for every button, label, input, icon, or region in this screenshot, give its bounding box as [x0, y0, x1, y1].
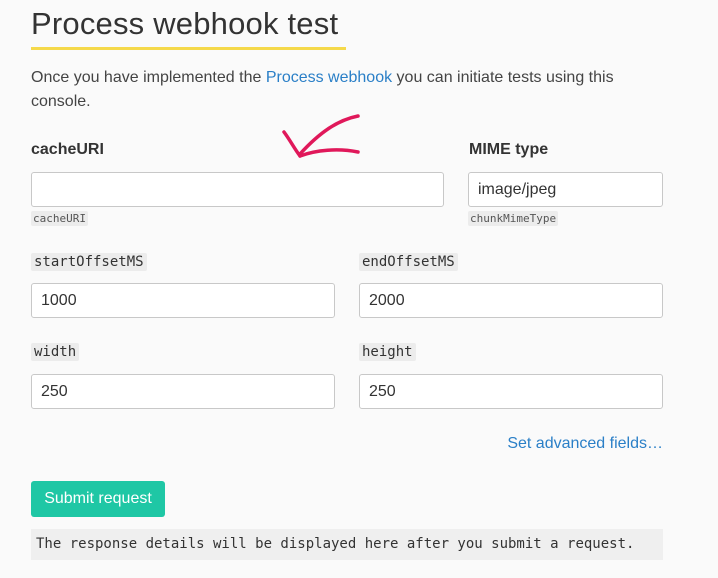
width-input[interactable] [31, 374, 335, 409]
cache-uri-input[interactable] [31, 172, 444, 207]
end-offset-input[interactable] [359, 283, 663, 318]
response-output: The response details will be displayed h… [31, 529, 663, 560]
mime-type-label: MIME type [469, 141, 549, 158]
cache-uri-label: cacheURI [31, 141, 104, 158]
submit-request-button[interactable]: Submit request [31, 481, 165, 517]
end-offset-label: endOffsetMS [359, 253, 458, 271]
mime-type-hint: chunkMimeType [468, 211, 559, 226]
set-advanced-fields-link[interactable]: Set advanced fields… [507, 435, 663, 453]
width-label: width [31, 343, 80, 361]
cache-uri-hint: cacheURI [31, 211, 88, 226]
annotation-arrow-icon [282, 114, 360, 158]
title-underline [31, 47, 346, 50]
start-offset-input[interactable] [31, 283, 335, 318]
mime-type-input[interactable] [468, 172, 663, 207]
process-webhook-link[interactable]: Process webhook [266, 69, 392, 86]
page: Process webhook test Once you have imple… [0, 0, 718, 578]
page-title: Process webhook test [31, 6, 339, 41]
height-label: height [359, 343, 416, 361]
start-offset-label: startOffsetMS [31, 253, 147, 271]
intro-text: Once you have implemented the Process we… [31, 66, 631, 114]
intro-text-before: Once you have implemented the [31, 69, 266, 86]
height-input[interactable] [359, 374, 663, 409]
